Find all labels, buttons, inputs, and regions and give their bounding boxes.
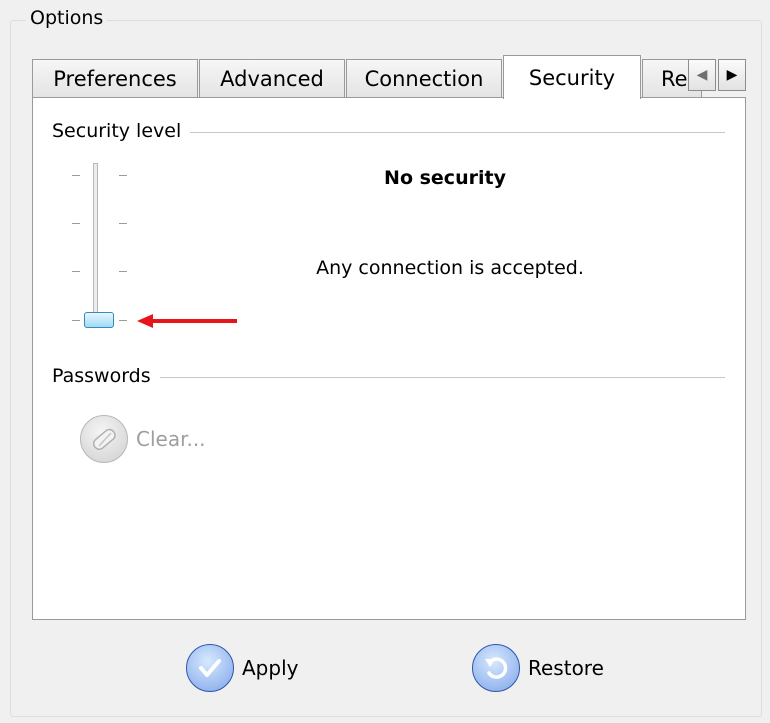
tab-scroll-right-button[interactable]: ▶ <box>718 59 746 91</box>
options-title: Options <box>26 7 108 29</box>
checkmark-icon <box>186 644 234 692</box>
tab-connection[interactable]: Connection <box>346 59 502 97</box>
tab-advanced[interactable]: Advanced <box>199 59 345 97</box>
slider-tick <box>72 223 80 224</box>
restore-label: Restore <box>528 656 604 680</box>
slider-tick <box>72 320 80 321</box>
tab-security[interactable]: Security <box>503 55 641 99</box>
tab-scroll-buttons: ◀ ▶ <box>688 59 748 93</box>
triangle-right-icon: ▶ <box>726 67 738 83</box>
passwords-label: Passwords <box>52 365 157 387</box>
apply-button[interactable]: Apply <box>186 643 298 693</box>
tab-scroll-left-button[interactable]: ◀ <box>688 59 716 91</box>
security-level-description: Any connection is accepted. <box>316 257 584 279</box>
tab-preferences[interactable]: Preferences <box>32 59 198 97</box>
undo-icon <box>472 644 520 692</box>
slider-track[interactable] <box>93 163 98 323</box>
restore-button[interactable]: Restore <box>472 643 604 693</box>
security-level-label: Security level <box>52 120 188 142</box>
slider-tick <box>119 271 127 272</box>
slider-tick <box>119 320 127 321</box>
slider-tick <box>119 223 127 224</box>
triangle-left-icon: ◀ <box>696 67 708 83</box>
red-arrow-icon <box>137 314 237 328</box>
clear-passwords-button[interactable]: Clear... <box>80 413 206 465</box>
slider-thumb[interactable] <box>84 312 114 328</box>
security-level-title: No security <box>384 167 506 189</box>
security-level-divider <box>190 132 725 133</box>
passwords-divider <box>160 377 725 378</box>
slider-tick <box>72 175 80 176</box>
eraser-icon <box>80 415 128 463</box>
apply-label: Apply <box>242 656 299 680</box>
slider-tick <box>119 175 127 176</box>
clear-passwords-label: Clear... <box>136 427 206 451</box>
slider-tick <box>72 271 80 272</box>
